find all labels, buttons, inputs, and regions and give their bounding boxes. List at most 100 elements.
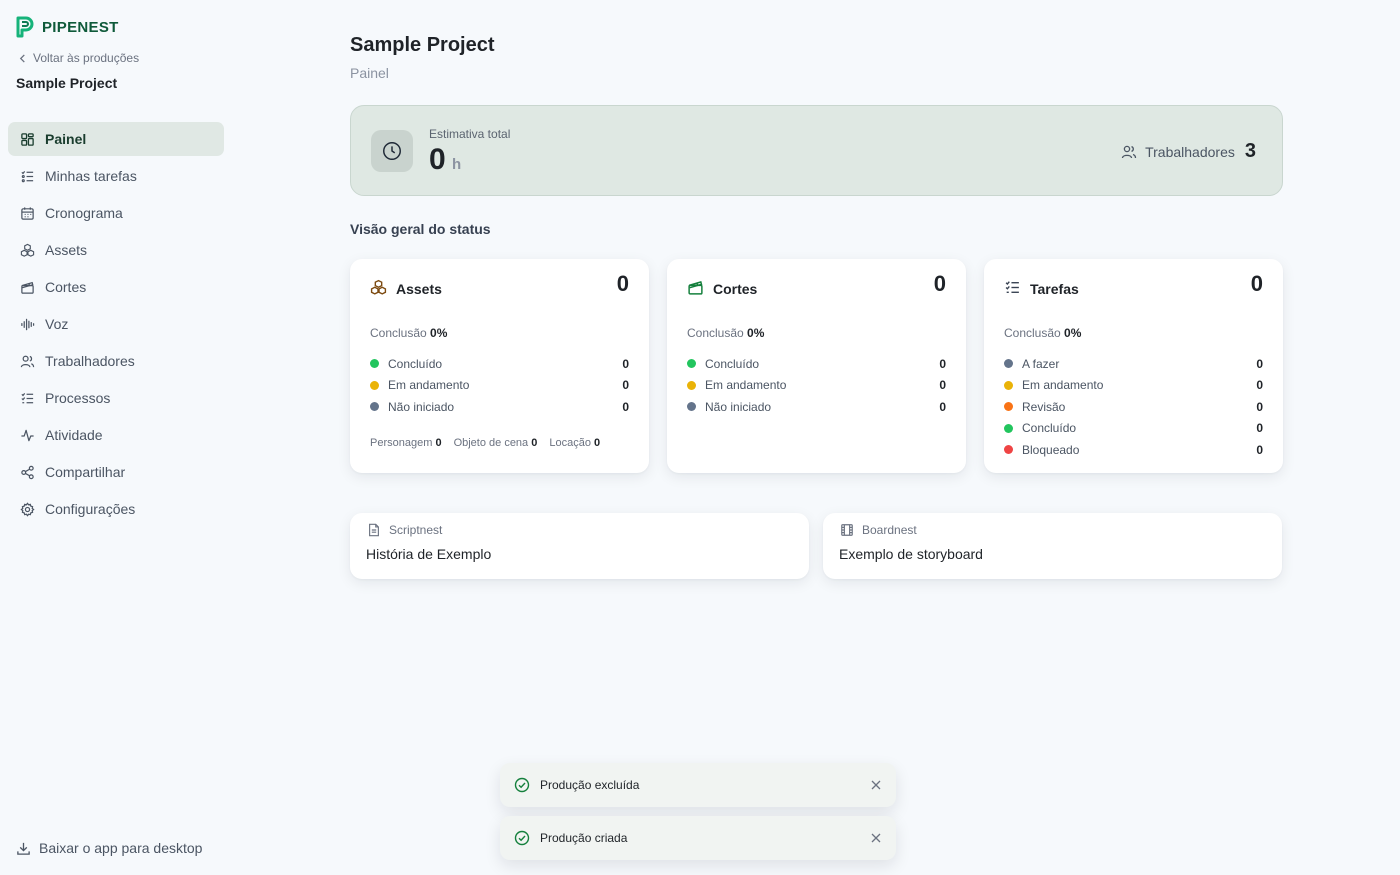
boxes-icon [370, 279, 387, 295]
card-title: Tarefas [1030, 281, 1079, 297]
tarefas-status-card[interactable]: Tarefas 0 Conclusão 0% A fazer 0 Em andam… [984, 259, 1283, 473]
checklist-icon [1005, 280, 1019, 293]
sidebar-item-configuracoes[interactable]: Configurações [8, 492, 224, 526]
sidebar-item-label: Assets [45, 242, 88, 258]
status-row: Concluído 0 [1004, 418, 1263, 440]
status-row: Em andamento 0 [687, 375, 946, 397]
download-label: Baixar o app para desktop [39, 840, 203, 856]
card-title: Assets [396, 281, 442, 297]
sidebar-item-label: Processos [45, 390, 111, 406]
sidebar-item-label: Trabalhadores [45, 353, 135, 369]
users-icon [20, 355, 35, 367]
estimate-unit: h [452, 156, 462, 173]
status-label: Concluído [705, 356, 760, 371]
asset-type-locacao: Locação 0 [549, 437, 601, 449]
asset-type-objeto: Objeto de cena 0 [453, 437, 538, 449]
estimate-summary-panel: Estimativa total 0 h Trabalhadores 3 [350, 105, 1283, 196]
brand-name: PIPENEST [42, 18, 119, 36]
status-row: Não iniciado 0 [687, 396, 946, 418]
status-label: Revisão [1022, 399, 1066, 414]
toast-message: Produção criada [540, 831, 628, 845]
status-label: Não iniciado [388, 399, 455, 414]
sidebar-item-assets[interactable]: Assets [8, 233, 224, 267]
toast-close-button[interactable] [862, 771, 890, 799]
status-value: 0 [939, 356, 946, 371]
card-header: Tarefas [1004, 277, 1079, 297]
boardnest-link-card[interactable]: Boardnest Exemplo de storyboard [823, 513, 1282, 579]
sidebar: PIPENEST Voltar às produções Sample Proj… [0, 0, 236, 875]
sidebar-item-painel[interactable]: Painel [8, 122, 224, 156]
sidebar-item-label: Atividade [45, 427, 103, 443]
sidebar-nav: Painel Minhas tarefas Cronograma Assets … [8, 122, 224, 529]
sidebar-item-cortes[interactable]: Cortes [8, 270, 224, 304]
sidebar-item-processos[interactable]: Processos [8, 381, 224, 415]
page-subtitle: Painel [350, 65, 389, 81]
status-list: A fazer 0 Em andamento 0 Revisão 0 Concluíd… [1004, 353, 1263, 461]
asset-type-personagem: Personagem 0 [370, 437, 442, 449]
film-icon [841, 524, 853, 536]
status-dot [370, 380, 379, 390]
sidebar-item-atividade[interactable]: Atividade [8, 418, 224, 452]
sidebar-item-trabalhadores[interactable]: Trabalhadores [8, 344, 224, 378]
status-dot [370, 402, 379, 412]
status-value: 0 [939, 378, 946, 393]
users-icon [1121, 145, 1137, 158]
status-label: Concluído [388, 356, 443, 371]
pipenest-logo-icon [16, 16, 34, 38]
download-icon [17, 842, 30, 855]
sidebar-project-name: Sample Project [16, 75, 118, 91]
status-value: 0 [1256, 378, 1263, 393]
status-value: 0 [622, 378, 629, 393]
status-row: Concluído 0 [370, 353, 629, 375]
link-card-header: Scriptnest [367, 523, 442, 537]
check-circle-icon [514, 777, 530, 793]
status-dot [1004, 445, 1013, 455]
audio-wave-icon [21, 318, 35, 330]
sidebar-item-label: Cortes [45, 279, 87, 295]
boxes-icon [20, 243, 35, 257]
dashboard-icon [21, 132, 34, 146]
sidebar-item-cronograma[interactable]: Cronograma [8, 196, 224, 230]
clapperboard-icon [688, 280, 703, 295]
clock-icon [383, 142, 401, 160]
assets-status-card[interactable]: Assets 0 Conclusão 0% Concluído 0 Em anda… [350, 259, 649, 473]
cortes-status-card[interactable]: Cortes 0 Conclusão 0% Concluído 0 Em anda… [667, 259, 966, 473]
progress-label: Conclusão [1004, 326, 1061, 340]
scriptnest-link-card[interactable]: Scriptnest História de Exemplo [350, 513, 809, 579]
download-desktop-app-link[interactable]: Baixar o app para desktop [16, 840, 202, 856]
progress-value: 0% [1064, 326, 1082, 340]
status-dot [687, 380, 696, 390]
sidebar-item-voz[interactable]: Voz [8, 307, 224, 341]
check-circle-icon [514, 830, 530, 846]
sidebar-item-minhas-tarefas[interactable]: Minhas tarefas [8, 159, 224, 193]
sidebar-item-label: Configurações [45, 501, 136, 517]
card-progress: Conclusão 0% [687, 326, 764, 340]
status-overview-title: Visão geral do status [350, 221, 491, 237]
sidebar-item-label: Painel [45, 131, 87, 147]
sidebar-item-label: Compartilhar [45, 464, 126, 480]
card-total: 0 [616, 271, 629, 296]
status-value: 0 [1256, 421, 1263, 436]
status-label: Em andamento [1022, 378, 1104, 393]
page-title: Sample Project [350, 34, 495, 56]
status-dot [1004, 380, 1013, 390]
estimate-value: 0 [429, 143, 446, 176]
toast-close-button[interactable] [862, 824, 890, 852]
toast-message: Produção excluída [540, 778, 640, 792]
brand[interactable]: PIPENEST [16, 16, 119, 38]
calendar-icon [21, 206, 34, 220]
back-to-productions-link[interactable]: Voltar às produções [18, 51, 139, 65]
chevron-left-icon [19, 53, 25, 63]
document-icon [369, 523, 379, 537]
sidebar-item-compartilhar[interactable]: Compartilhar [8, 455, 224, 489]
status-value: 0 [1256, 442, 1263, 457]
status-dot [1004, 359, 1013, 369]
link-card-header: Boardnest [840, 523, 917, 537]
status-value: 0 [622, 356, 629, 371]
close-icon [871, 833, 881, 843]
status-row: Em andamento 0 [1004, 375, 1263, 397]
status-label: Em andamento [388, 378, 470, 393]
status-row: Em andamento 0 [370, 375, 629, 397]
card-header: Cortes [687, 277, 757, 297]
status-row: Não iniciado 0 [370, 396, 629, 418]
